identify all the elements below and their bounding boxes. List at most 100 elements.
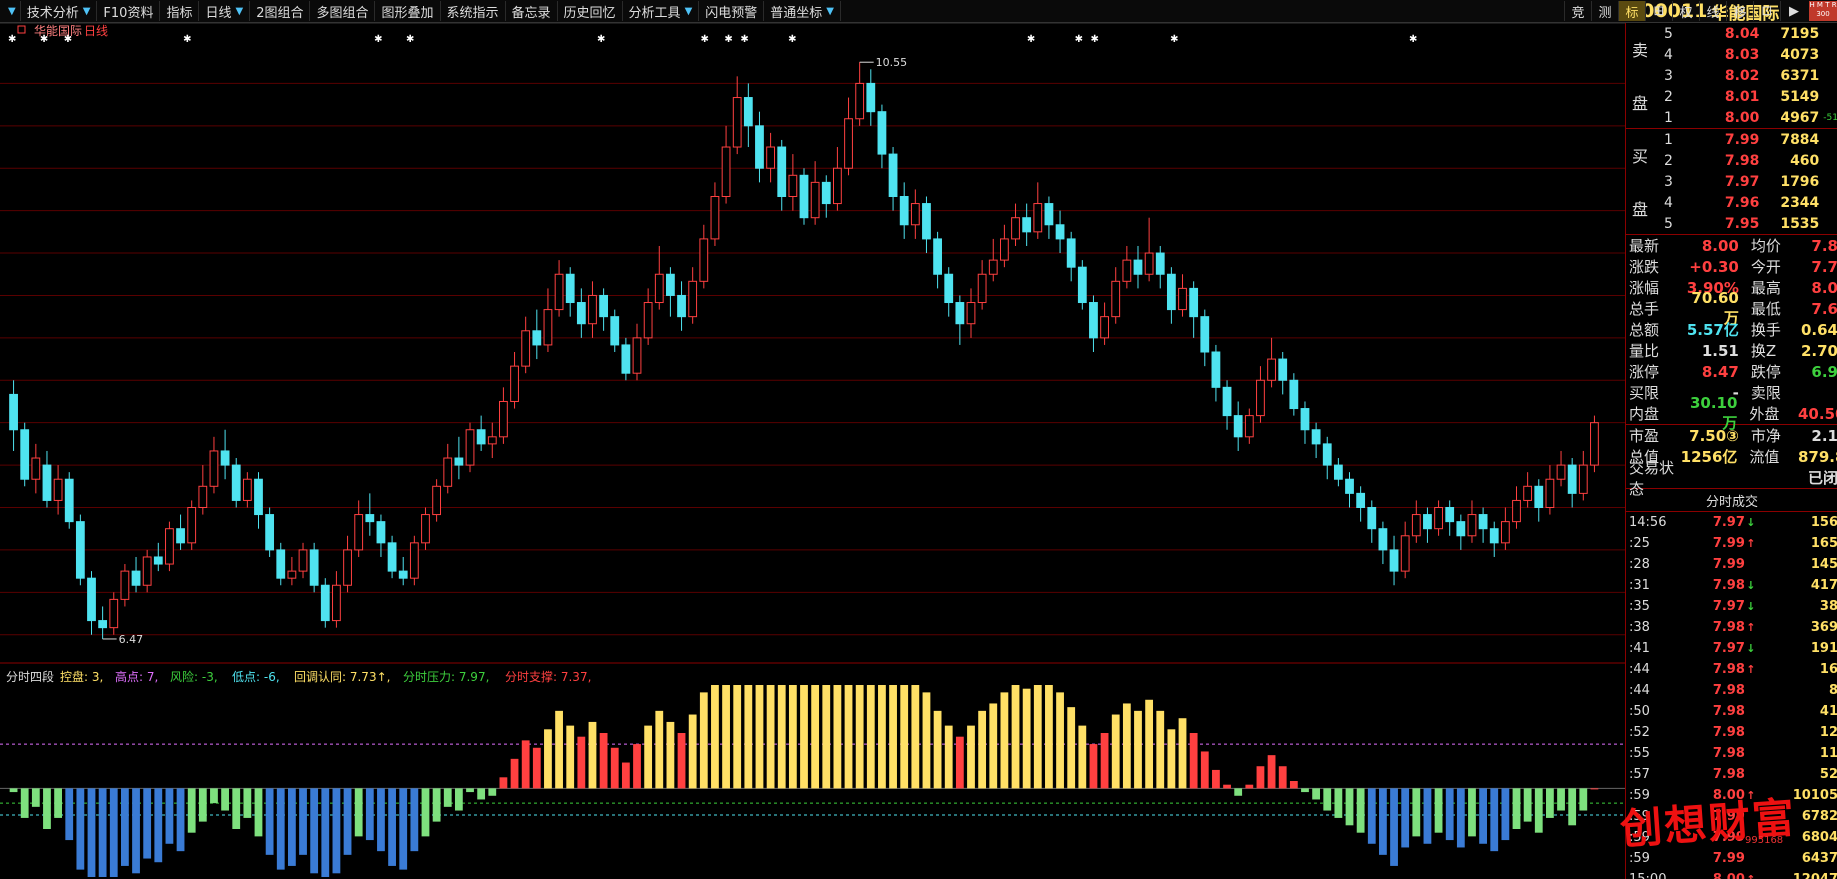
indicator-bar bbox=[1579, 788, 1588, 811]
toolbar-item-7[interactable]: 系统指示 bbox=[441, 1, 506, 21]
toolbar-item-2[interactable]: 指标 bbox=[160, 1, 200, 21]
toolbar-item-12[interactable]: 普通坐标 ▼ bbox=[764, 1, 841, 21]
trade-price: 7.98 bbox=[1712, 620, 1745, 635]
toolbar-item-5[interactable]: 多图组合 bbox=[310, 1, 376, 21]
indicator-bar bbox=[711, 685, 719, 789]
toolbar-right-button-0[interactable]: 竞 bbox=[1564, 1, 1591, 21]
annotation-label-low: 6.47 bbox=[119, 633, 143, 646]
candle-body bbox=[354, 514, 364, 551]
toolbar-item-label: 备忘录 bbox=[511, 5, 551, 21]
toolbar-item-10[interactable]: 分析工具 ▼ bbox=[623, 1, 700, 21]
candle-body bbox=[955, 302, 965, 325]
indicator-bar bbox=[967, 725, 975, 789]
toolbar-right-button-6[interactable]: 移 bbox=[1726, 1, 1753, 21]
trade-row: :52 7.98 12 bbox=[1626, 722, 1837, 743]
candle-body bbox=[888, 153, 898, 198]
candle-body bbox=[621, 344, 631, 374]
trade-row: :44 7.98 ↑ 16 bbox=[1626, 659, 1837, 680]
trades-header[interactable]: 分时成交 bbox=[1626, 489, 1837, 512]
trade-volume: 16 bbox=[1819, 662, 1837, 677]
candle-body bbox=[1356, 492, 1366, 509]
trade-price: 7.99 bbox=[1712, 809, 1745, 824]
toolbar-item-11[interactable]: 闪电预警 bbox=[699, 1, 765, 21]
indicator-bar bbox=[20, 788, 29, 818]
candle-body bbox=[1512, 499, 1521, 523]
candle-body bbox=[1378, 528, 1388, 551]
toolbar-right-button-3[interactable]: ⊞ bbox=[1645, 1, 1672, 21]
indicator-legend-1: 高点: 7, bbox=[115, 669, 158, 684]
trade-time: :35 bbox=[1629, 599, 1650, 614]
toolbar-item-6[interactable]: 图形叠加 bbox=[375, 1, 441, 21]
toolbar-right-button-5[interactable]: 线 bbox=[1699, 1, 1726, 21]
toolbar-item-3[interactable]: 日线 ▼ bbox=[199, 1, 251, 21]
chevron-down-icon: ▼ bbox=[235, 5, 244, 17]
sell-row[interactable]: 5 8.04 7195 bbox=[1626, 23, 1837, 44]
toolbar-right-button-4[interactable]: 权 bbox=[1672, 1, 1699, 21]
candle-body bbox=[810, 181, 820, 219]
candle-body bbox=[1111, 280, 1121, 318]
indicator-bar bbox=[1379, 788, 1387, 855]
candle-body bbox=[532, 330, 542, 346]
buy-row[interactable]: 5 7.95 1535 bbox=[1626, 213, 1837, 234]
trade-price: 8.00 bbox=[1683, 872, 1745, 879]
indicator-bar bbox=[922, 692, 931, 789]
indicator-bar bbox=[655, 710, 664, 789]
indicator-bar bbox=[811, 685, 820, 789]
candle-body bbox=[75, 521, 85, 579]
buy-row[interactable]: 2 7.98 460 bbox=[1626, 150, 1837, 171]
trade-price: 8.00 bbox=[1712, 788, 1745, 803]
trade-price: 7.98 bbox=[1712, 578, 1745, 593]
buy-row[interactable]: 4 7.96 2344 bbox=[1626, 192, 1837, 213]
candle-body bbox=[1423, 514, 1432, 530]
sell-row[interactable]: 2 8.01 5149 bbox=[1626, 86, 1837, 107]
trade-volume: 38 bbox=[1819, 599, 1837, 614]
trade-row: :57 7.98 52 bbox=[1626, 764, 1837, 785]
hmtr-badge[interactable]: H M T R 300 bbox=[1809, 1, 1837, 21]
trade-row: :55 7.98 11 bbox=[1626, 743, 1837, 764]
buy-level: 5 bbox=[1664, 215, 1673, 232]
sell-row[interactable]: 1 8.00 4967 -51 bbox=[1626, 107, 1837, 128]
toolbar-right-button-1[interactable]: 测 bbox=[1591, 1, 1618, 21]
quote-value: 8.47 bbox=[1701, 362, 1739, 381]
indicator-bar bbox=[1546, 788, 1554, 818]
trade-time: 15:00 bbox=[1626, 872, 1683, 879]
buy-row[interactable]: 1 7.99 7884 bbox=[1626, 129, 1837, 150]
signal-marker-icon: ✱ bbox=[740, 34, 748, 45]
toolbar-item-1[interactable]: F10资料 bbox=[97, 1, 161, 21]
sell-price: 8.03 bbox=[1724, 46, 1760, 63]
toolbar-right-button-7[interactable]: ⊡ bbox=[1753, 1, 1780, 21]
chart-area[interactable]: 华能国际 日线10.556.47✱ ✱ ✱ ✱ ✱ ✱ ✱ ✱ ✱ ✱ ✱ ✱ ✱ ✱ ✱ ✱分时四段 控盘: 3… bbox=[0, 23, 1625, 879]
candle-body bbox=[109, 598, 119, 629]
buy-label-bottom: 盘 bbox=[1631, 199, 1648, 219]
candle-body bbox=[387, 542, 397, 572]
toolbar-item-0[interactable]: 技术分析 ▼ bbox=[21, 1, 98, 21]
quote-grid-valuation: 市盈7.50③市净2.1总值1256亿流值879.8交易状态已闭 bbox=[1626, 425, 1837, 498]
indicator-bar bbox=[287, 788, 296, 866]
indicator-bar bbox=[1323, 788, 1332, 811]
indicator-bar bbox=[733, 685, 742, 789]
candle-body bbox=[1122, 259, 1132, 282]
buy-level: 2 bbox=[1664, 152, 1673, 169]
toolbar-item-9[interactable]: 历史回忆 bbox=[558, 1, 623, 21]
indicator-bar bbox=[1022, 688, 1031, 789]
trade-row: :59 7.99 6804 bbox=[1626, 827, 1837, 848]
toolbar-item-4[interactable]: 2图组合 bbox=[250, 1, 311, 21]
trade-volume: 6804 bbox=[1801, 830, 1837, 845]
toolbar-right-button-8[interactable]: ▶ bbox=[1780, 1, 1807, 21]
sell-row[interactable]: 4 8.03 4073 bbox=[1626, 44, 1837, 65]
candle-body bbox=[1567, 464, 1577, 494]
candle-body bbox=[1489, 528, 1499, 544]
menu-dropdown-toggle[interactable]: ▼ bbox=[0, 1, 21, 21]
sell-row[interactable]: 3 8.02 6371 bbox=[1626, 65, 1837, 86]
sell-level: 3 bbox=[1664, 67, 1673, 84]
trade-row: 15:008.00↑12047 bbox=[1626, 869, 1837, 879]
buy-volume: 460 bbox=[1790, 152, 1820, 169]
toolbar-item-8[interactable]: 备忘录 bbox=[506, 1, 558, 21]
signal-marker-icon: ✱ bbox=[788, 34, 796, 45]
top-toolbar: ▼ 技术分析 ▼ F10资料 指标 日线 ▼ 2图组合 多图组合 图形叠加 系统指示 备忘录 历史回忆分… bbox=[0, 0, 1837, 24]
signal-marker-icon: ✱ bbox=[1027, 34, 1035, 45]
buy-row[interactable]: 3 7.97 1796 bbox=[1626, 171, 1837, 192]
candle-body bbox=[1022, 217, 1032, 233]
toolbar-right-button-2[interactable]: 标 bbox=[1618, 1, 1645, 21]
sell-volume: 5149 bbox=[1780, 88, 1820, 105]
